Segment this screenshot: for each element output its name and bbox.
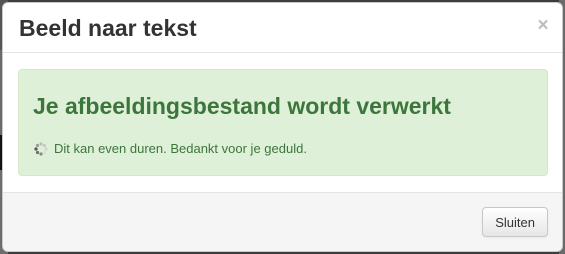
close-icon[interactable]: × xyxy=(534,15,552,37)
processing-alert: Je afbeeldingsbestand wordt verwerkt Dit xyxy=(18,69,548,176)
dialog-header: Beeld naar tekst × xyxy=(3,3,562,53)
alert-heading: Je afbeeldingsbestand wordt verwerkt xyxy=(33,93,451,119)
image-to-text-dialog: Beeld naar tekst × Je afbeeldingsbestand… xyxy=(2,2,563,252)
close-button[interactable]: Sluiten xyxy=(482,207,548,237)
dialog-body: Je afbeeldingsbestand wordt verwerkt Dit xyxy=(3,53,562,192)
alert-status-line: Dit kan even duren. Bedankt voor je gedu… xyxy=(34,140,307,158)
dialog-title: Beeld naar tekst xyxy=(19,15,197,41)
loading-spinner-icon xyxy=(34,142,48,156)
dialog-footer: Sluiten xyxy=(3,192,562,251)
alert-message: Dit kan even duren. Bedankt voor je gedu… xyxy=(54,141,307,156)
